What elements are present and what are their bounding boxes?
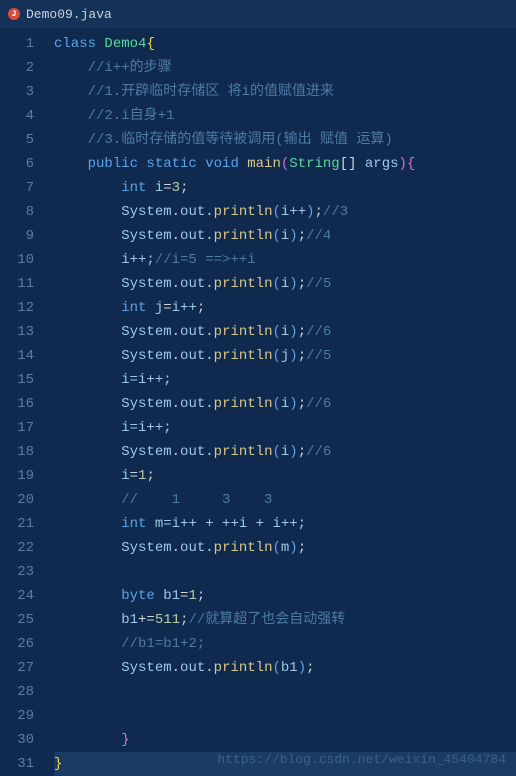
line-number: 8 xyxy=(0,200,34,224)
code-line: public static void main(String[] args){ xyxy=(54,152,516,176)
code-line: i=i++; xyxy=(54,368,516,392)
line-number: 16 xyxy=(0,392,34,416)
file-tab[interactable]: J Demo09.java xyxy=(8,7,112,22)
line-number: 18 xyxy=(0,440,34,464)
line-number: 28 xyxy=(0,680,34,704)
code-line: // 1 3 3 xyxy=(54,488,516,512)
file-name: Demo09.java xyxy=(26,7,112,22)
line-number: 30 xyxy=(0,728,34,752)
code-line xyxy=(54,560,516,584)
line-number: 29 xyxy=(0,704,34,728)
code-line: b1+=511;//就算超了也会自动强转 xyxy=(54,608,516,632)
line-number: 1 xyxy=(0,32,34,56)
line-number: 17 xyxy=(0,416,34,440)
line-number: 15 xyxy=(0,368,34,392)
code-line: System.out.println(j);//5 xyxy=(54,344,516,368)
line-number: 23 xyxy=(0,560,34,584)
code-line: int j=i++; xyxy=(54,296,516,320)
code-line: int m=i++ + ++i + i++; xyxy=(54,512,516,536)
line-number: 20 xyxy=(0,488,34,512)
line-number: 11 xyxy=(0,272,34,296)
line-number: 31 xyxy=(0,752,34,776)
line-number: 24 xyxy=(0,584,34,608)
line-number: 4 xyxy=(0,104,34,128)
code-area[interactable]: class Demo4{ //i++的步骤 //1.开辟临时存储区 将i的值赋值… xyxy=(42,28,516,773)
code-line: //1.开辟临时存储区 将i的值赋值进来 xyxy=(54,80,516,104)
code-line: System.out.println(m); xyxy=(54,536,516,560)
line-number: 21 xyxy=(0,512,34,536)
editor: 1234567891011121314151617181920212223242… xyxy=(0,28,516,773)
code-line: System.out.println(i);//6 xyxy=(54,392,516,416)
code-line: System.out.println(b1); xyxy=(54,656,516,680)
line-number: 19 xyxy=(0,464,34,488)
watermark: https://blog.csdn.net/weixin_45404784 xyxy=(217,752,506,767)
line-number: 3 xyxy=(0,80,34,104)
line-number: 12 xyxy=(0,296,34,320)
code-line: } xyxy=(54,728,516,752)
java-file-icon: J xyxy=(8,8,20,20)
code-line: i=1; xyxy=(54,464,516,488)
tab-bar: J Demo09.java xyxy=(0,0,516,28)
line-number: 7 xyxy=(0,176,34,200)
code-line: //b1=b1+2; xyxy=(54,632,516,656)
code-line: //i++的步骤 xyxy=(54,56,516,80)
code-line: //2.i自身+1 xyxy=(54,104,516,128)
code-line: System.out.println(i);//6 xyxy=(54,320,516,344)
line-number: 10 xyxy=(0,248,34,272)
line-number: 13 xyxy=(0,320,34,344)
code-line: //3.临时存储的值等待被调用(输出 赋值 运算) xyxy=(54,128,516,152)
line-number: 5 xyxy=(0,128,34,152)
code-line: byte b1=1; xyxy=(54,584,516,608)
code-line: System.out.println(i);//5 xyxy=(54,272,516,296)
code-line: class Demo4{ xyxy=(54,32,516,56)
line-number: 27 xyxy=(0,656,34,680)
line-number: 26 xyxy=(0,632,34,656)
line-number: 2 xyxy=(0,56,34,80)
code-line: int i=3; xyxy=(54,176,516,200)
code-line: i++;//i=5 ==>++i xyxy=(54,248,516,272)
code-line: System.out.println(i++);//3 xyxy=(54,200,516,224)
line-number: 6 xyxy=(0,152,34,176)
line-number: 22 xyxy=(0,536,34,560)
code-line: System.out.println(i);//6 xyxy=(54,440,516,464)
code-line xyxy=(54,704,516,728)
line-number: 25 xyxy=(0,608,34,632)
code-line: System.out.println(i);//4 xyxy=(54,224,516,248)
line-number: 9 xyxy=(0,224,34,248)
line-number: 14 xyxy=(0,344,34,368)
code-line xyxy=(54,680,516,704)
line-number-gutter: 1234567891011121314151617181920212223242… xyxy=(0,28,42,773)
code-line: i=i++; xyxy=(54,416,516,440)
